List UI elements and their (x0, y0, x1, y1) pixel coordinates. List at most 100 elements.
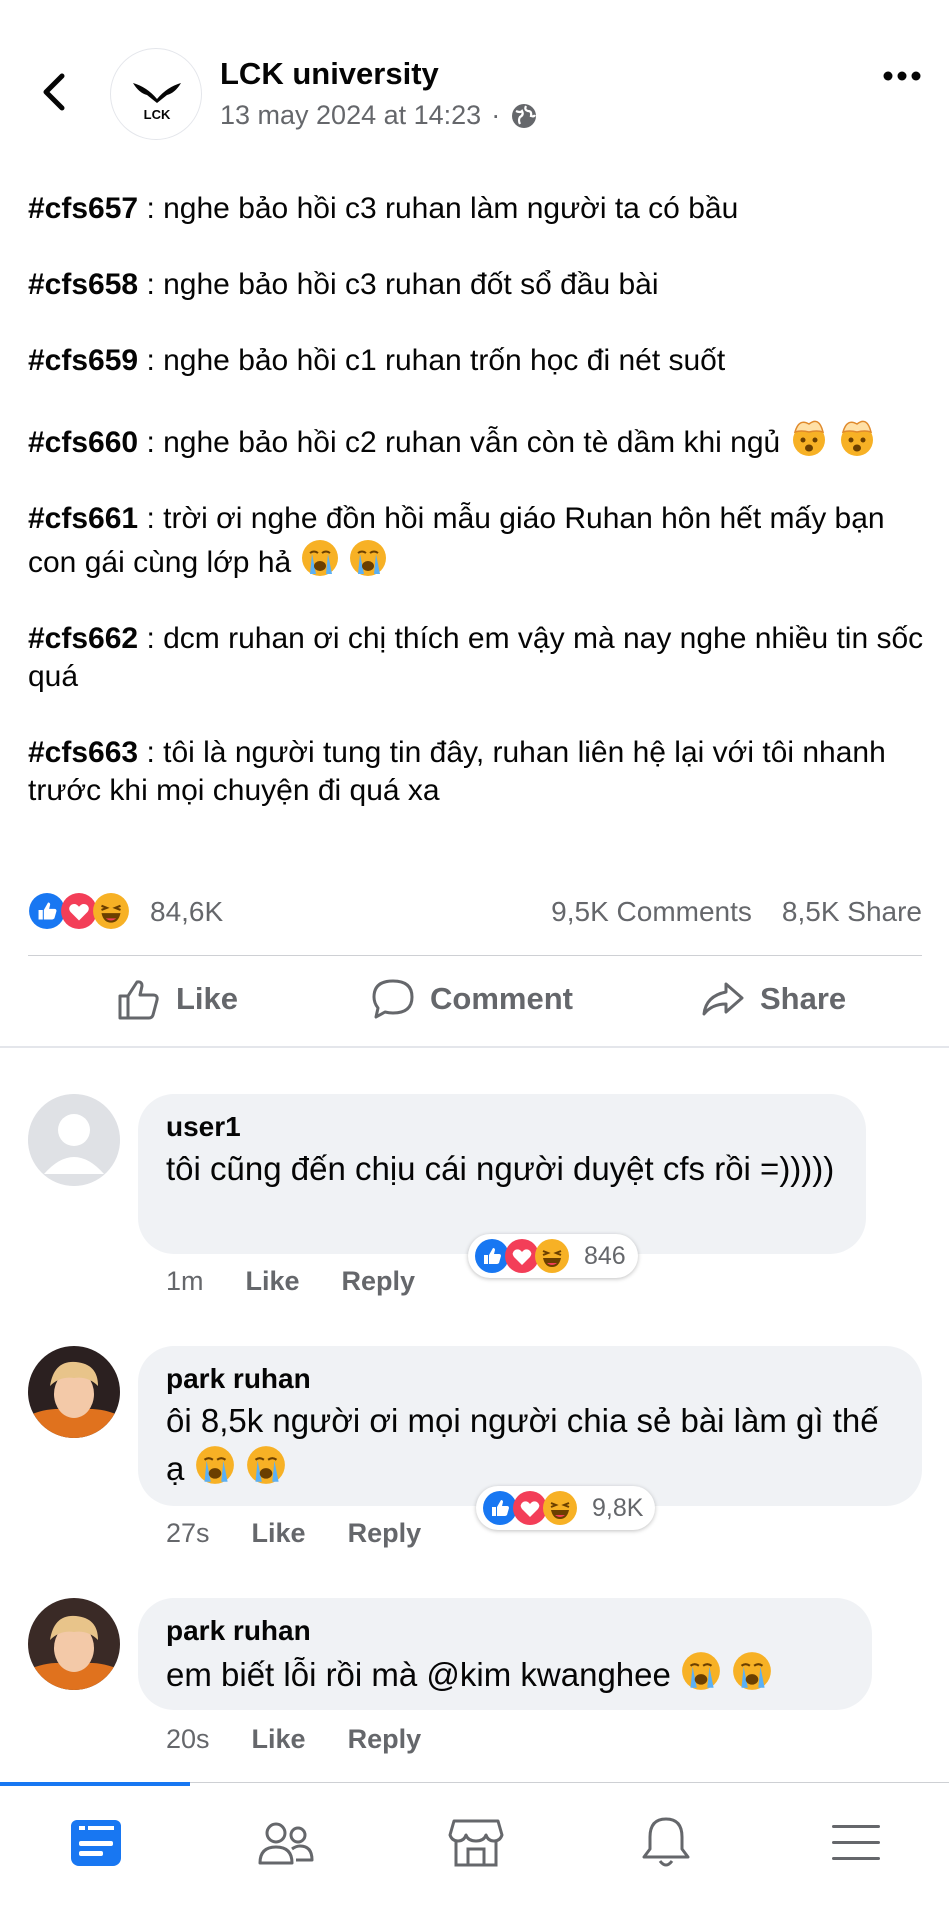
post-paragraph: #cfs661 : trời ơi nghe đồn hồi mẫu giáo … (28, 500, 928, 582)
share-icon (702, 982, 744, 1016)
comment-bubble[interactable]: user1 tôi cũng đến chịu cái người duyệt … (138, 1094, 866, 1254)
comment-label: Comment (430, 981, 573, 1016)
like-icon (118, 980, 159, 1020)
reaction-count[interactable]: 84,6K (150, 896, 223, 928)
avatar[interactable] (28, 1346, 120, 1438)
comment-text: em biết lỗi rồi mà @kim kwanghee (166, 1650, 844, 1698)
profile-photo-icon (28, 1346, 120, 1438)
comment-actions: 20s Like Reply (166, 1724, 421, 1755)
post-paragraph: #cfs663 : tôi là người tung tin đây, ruh… (28, 734, 928, 810)
crying-emoji-icon (245, 1445, 286, 1485)
reaction-count: 9,8K (592, 1493, 644, 1522)
crying-emoji-icon (681, 1651, 721, 1691)
share-count[interactable]: 8,5K Share (782, 896, 922, 928)
post-text: : nghe bảo hồi c1 ruhan trốn học đi nét … (138, 344, 726, 377)
nav-friends[interactable] (254, 1811, 318, 1875)
comment-author[interactable]: park ruhan (166, 1612, 844, 1650)
comment-count[interactable]: 9,5K Comments (551, 896, 752, 928)
post-header: LCK LCK university 13 may 2024 at 14:23 … (0, 0, 949, 170)
more-icon[interactable] (880, 64, 924, 88)
comment-reply-button[interactable]: Reply (348, 1518, 422, 1549)
exploding-head-emoji-icon (791, 420, 826, 457)
comment-text: ôi 8,5k người ơi mọi người chia sẻ bài l… (166, 1402, 879, 1487)
comment-reactions[interactable]: 846 (468, 1234, 638, 1278)
comment-like-button[interactable]: Like (252, 1518, 306, 1549)
comment-reply-button[interactable]: Reply (348, 1724, 422, 1755)
nav-feed[interactable] (64, 1811, 128, 1875)
post-stats: 84,6K 9,5K Comments 8,5K Share (28, 888, 922, 934)
post-paragraph: #cfs658 : nghe bảo hồi c3 ruhan đốt sổ đ… (28, 266, 928, 304)
section-separator (0, 1046, 949, 1048)
comment-button[interactable]: Comment (370, 976, 573, 1022)
page-name[interactable]: LCK university (220, 56, 439, 92)
cfs-tag[interactable]: #cfs659 (28, 344, 138, 377)
post-text: : nghe bảo hồi c3 ruhan đốt sổ đầu bài (138, 268, 659, 301)
comment-author[interactable]: park ruhan (166, 1360, 894, 1398)
profile-photo-icon (28, 1598, 120, 1690)
default-avatar-icon (28, 1094, 120, 1186)
back-icon[interactable] (38, 70, 72, 114)
comment-time: 20s (166, 1724, 210, 1754)
comment-bubble[interactable]: park ruhan ôi 8,5k người ơi mọi người ch… (138, 1346, 922, 1506)
post-text: : nghe bảo hồi c2 ruhan vẫn còn tè dầm k… (138, 426, 781, 459)
cfs-tag[interactable]: #cfs657 (28, 192, 138, 225)
post-text: : dcm ruhan ơi chị thích em vậy mà nay n… (28, 622, 924, 693)
haha-reaction-icon (92, 892, 130, 930)
reaction-count: 846 (584, 1241, 626, 1270)
active-tab-indicator (0, 1782, 190, 1786)
share-button[interactable]: Share (700, 976, 846, 1022)
comment-like-button[interactable]: Like (252, 1724, 306, 1755)
comment-like-button[interactable]: Like (246, 1266, 300, 1297)
post-paragraph: #cfs660 : nghe bảo hồi c2 ruhan vẫn còn … (28, 418, 928, 462)
comment-text: tôi cũng đến chịu cái người duyệt cfs rồ… (166, 1150, 835, 1187)
post-text: : trời ơi nghe đồn hồi mẫu giáo Ruhan hô… (28, 502, 885, 579)
avatar[interactable] (28, 1094, 120, 1186)
page-avatar[interactable]: LCK (110, 48, 202, 140)
like-button[interactable]: Like (116, 976, 238, 1022)
crying-emoji-icon (348, 539, 387, 577)
bottom-nav (0, 1782, 949, 1920)
comment-bubble[interactable]: park ruhan em biết lỗi rồi mà @kim kwang… (138, 1598, 872, 1710)
comment-author[interactable]: user1 (166, 1108, 838, 1146)
comment-reactions[interactable]: 9,8K (476, 1486, 656, 1530)
like-label: Like (176, 981, 239, 1016)
post-paragraph: #cfs662 : dcm ruhan ơi chị thích em vậy … (28, 620, 928, 696)
divider (28, 955, 922, 956)
post-meta: 13 may 2024 at 14:23 · (220, 100, 538, 131)
haha-reaction-icon (534, 1238, 570, 1274)
nav-menu[interactable] (824, 1811, 888, 1875)
feed-icon (71, 1820, 121, 1866)
comment-time: 1m (166, 1266, 204, 1296)
reaction-summary[interactable] (28, 892, 130, 930)
marketplace-icon (448, 1819, 504, 1867)
exploding-head-emoji-icon (840, 420, 874, 457)
post-timestamp[interactable]: 13 may 2024 at 14:23 (220, 100, 481, 131)
post-text: : tôi là người tung tin đây, ruhan liên … (28, 736, 886, 807)
cfs-tag[interactable]: #cfs661 (28, 502, 138, 535)
comment-time: 27s (166, 1518, 210, 1548)
friends-icon (258, 1822, 314, 1865)
post-text: : nghe bảo hồi c3 ruhan làm người ta có … (138, 192, 739, 225)
crying-emoji-icon (300, 539, 339, 577)
nav-marketplace[interactable] (444, 1811, 508, 1875)
comment-actions: 1m Like Reply (166, 1266, 415, 1297)
post-body: #cfs657 : nghe bảo hồi c3 ruhan làm ngườ… (28, 190, 928, 848)
cfs-tag[interactable]: #cfs662 (28, 622, 138, 655)
crying-emoji-icon (194, 1445, 235, 1485)
nav-notifications[interactable] (634, 1811, 698, 1875)
haha-reaction-icon (542, 1490, 578, 1526)
share-label: Share (760, 981, 847, 1016)
logo-text: LCK (144, 107, 171, 122)
comment-actions: 27s Like Reply (166, 1518, 421, 1549)
crying-emoji-icon (732, 1651, 773, 1691)
cfs-tag[interactable]: #cfs663 (28, 736, 138, 769)
cfs-tag[interactable]: #cfs658 (28, 268, 138, 301)
avatar[interactable] (28, 1598, 120, 1690)
cfs-tag[interactable]: #cfs660 (28, 426, 138, 459)
post-paragraph: #cfs657 : nghe bảo hồi c3 ruhan làm ngườ… (28, 190, 928, 228)
post-paragraph: #cfs659 : nghe bảo hồi c1 ruhan trốn học… (28, 342, 928, 380)
comment-reply-button[interactable]: Reply (342, 1266, 416, 1297)
lck-logo-icon: LCK (133, 83, 181, 122)
post-action-bar: Like Comment Share (0, 962, 949, 1038)
menu-icon (832, 1825, 880, 1860)
